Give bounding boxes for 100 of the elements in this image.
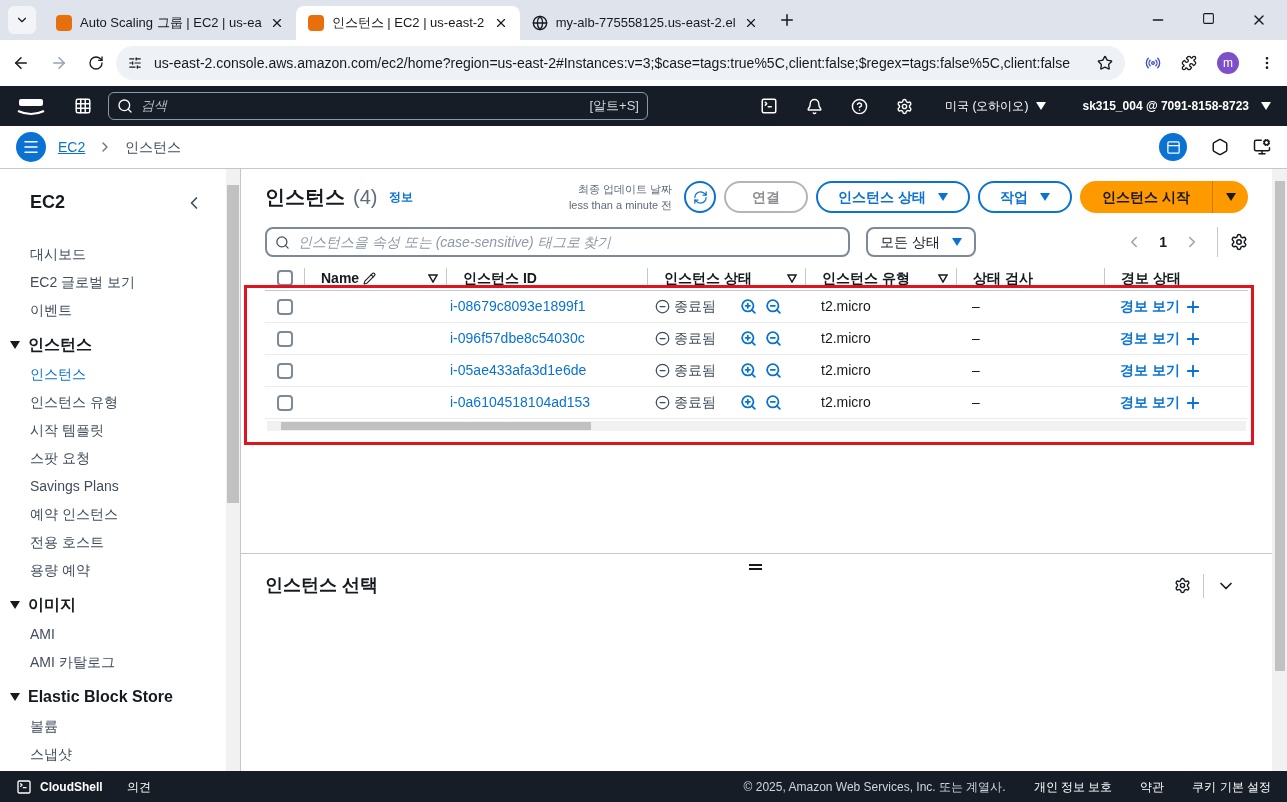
sidebar-section[interactable]: 인스턴스	[10, 330, 92, 360]
checkbox[interactable]	[277, 394, 293, 411]
checkbox[interactable]	[277, 362, 293, 379]
breadcrumb-link[interactable]: EC2	[58, 136, 86, 158]
maximize-icon[interactable]	[1202, 12, 1215, 25]
cloudshell-link[interactable]: CloudShell	[40, 777, 103, 796]
sidebar-item[interactable]: 인스턴스	[30, 360, 226, 388]
zoom-in-icon[interactable]	[740, 394, 757, 411]
resize-handle-icon[interactable]	[749, 564, 762, 570]
zoom-in-icon[interactable]	[740, 362, 757, 379]
status-check: –	[971, 329, 980, 348]
column-header[interactable]: 인스턴스 상태	[664, 267, 752, 289]
sidebar-item[interactable]: 예약 인스턴스	[30, 500, 226, 528]
sidebar-item[interactable]: 이벤트	[30, 296, 226, 324]
extension-icon[interactable]	[1145, 55, 1161, 71]
settings-icon[interactable]	[896, 97, 914, 115]
forward-icon[interactable]	[50, 54, 68, 72]
bell-icon[interactable]	[806, 97, 824, 115]
sidebar-item[interactable]: 스팟 요청	[30, 444, 226, 472]
terminal-icon[interactable]	[760, 97, 779, 115]
zoom-out-icon[interactable]	[765, 298, 782, 315]
search-field[interactable]: 검색 [알트+S]	[108, 92, 648, 120]
state-filter-dropdown[interactable]: 모든 상태	[866, 227, 976, 257]
launch-instance-button[interactable]: 인스턴스 시작	[1080, 181, 1212, 213]
scrollbar-thumb[interactable]	[227, 185, 239, 503]
dropdown-button[interactable]: 작업	[978, 181, 1073, 213]
page-title: 인스턴스	[265, 185, 345, 210]
sort-icon[interactable]	[938, 273, 948, 283]
view-alarms-link[interactable]: 경보 보기	[1104, 360, 1180, 381]
account-dropdown[interactable]: sk315_004 @ 7091-8158-8723	[1082, 97, 1271, 115]
services-grid-icon[interactable]	[74, 97, 92, 115]
checkbox[interactable]	[277, 298, 293, 315]
column-header[interactable]: 인스턴스 ID	[463, 267, 537, 289]
instance-id-link[interactable]: i-0a6104518104ad153	[446, 392, 591, 413]
sidebar-item[interactable]: AMI 카탈로그	[30, 648, 226, 676]
view-alarms-link[interactable]: 경보 보기	[1104, 328, 1180, 349]
sidebar-section[interactable]: Elastic Block Store	[10, 682, 173, 712]
sidebar-item[interactable]: EC2 글로벌 보기	[30, 268, 226, 296]
aws-logo[interactable]	[16, 96, 46, 116]
sidebar-item[interactable]: 용량 예약	[30, 556, 226, 584]
checkbox[interactable]	[277, 270, 293, 286]
column-header[interactable]: Name	[321, 267, 360, 289]
sidebar-item[interactable]: 전용 호스트	[30, 528, 226, 556]
view-alarms-link[interactable]: 경보 보기	[1104, 392, 1180, 413]
footer-link[interactable]: 개인 정보 보호	[1033, 777, 1113, 796]
profile-avatar[interactable]: m	[1217, 52, 1239, 74]
instance-id-link[interactable]: i-08679c8093e1899f1	[446, 296, 586, 317]
footer-link[interactable]: 약관	[1140, 777, 1165, 796]
zoom-in-icon[interactable]	[740, 298, 757, 315]
hexagon-icon[interactable]	[1211, 138, 1229, 156]
instance-id-link[interactable]: i-05ae433afa3d1e6de	[446, 360, 587, 381]
column-header[interactable]: 경보 상태	[1121, 267, 1181, 289]
column-header[interactable]: 상태 검사	[973, 267, 1033, 289]
sort-icon[interactable]	[787, 273, 797, 283]
sort-icon[interactable]	[428, 273, 438, 283]
browser-tab[interactable]: 인스턴스 | EC2 | us-east-2	[295, 6, 520, 40]
reload-icon[interactable]	[88, 55, 104, 71]
checkbox[interactable]	[277, 330, 293, 347]
detail-title: 인스턴스 선택	[265, 574, 378, 597]
refresh-button[interactable]	[684, 181, 717, 213]
extensions-icon[interactable]	[1181, 55, 1197, 71]
sidebar-item[interactable]: 인스턴스 유형	[30, 388, 226, 416]
sidebar-item[interactable]: 시작 템플릿	[30, 416, 226, 444]
instance-id-link[interactable]: i-096f57dbe8c54030c	[446, 328, 585, 349]
bookmark-icon[interactable]	[1097, 55, 1113, 71]
sidebar-item[interactable]: Savings Plans	[30, 472, 226, 500]
info-link[interactable]: 정보	[389, 188, 414, 206]
caret-icon	[1040, 193, 1051, 201]
address-bar[interactable]: us-east-2.console.aws.amazon.com/ec2/home?region=us-east-2#Instances:v=3;$case=tags:true%5C,client:false;$regex=tags:false%5C,client:false	[116, 46, 1125, 80]
settings-icon[interactable]	[1230, 233, 1248, 251]
sidebar-title: EC2	[30, 191, 65, 214]
view-alarms-link[interactable]: 경보 보기	[1104, 296, 1180, 317]
zoom-out-icon[interactable]	[765, 394, 782, 411]
horizontal-scrollbar[interactable]	[267, 421, 1246, 431]
sidebar-section[interactable]: 이미지	[10, 590, 76, 620]
launch-options-button[interactable]	[1212, 181, 1248, 213]
scrollbar-thumb[interactable]	[1274, 181, 1285, 671]
zoom-in-icon[interactable]	[740, 330, 757, 347]
panel-toggle-button[interactable]	[1159, 133, 1187, 161]
dropdown-button[interactable]: 인스턴스 상태	[816, 181, 971, 213]
back-icon[interactable]	[12, 54, 30, 72]
footer-link[interactable]: 쿠키 기본 설정	[1192, 777, 1271, 796]
sidebar-item[interactable]: AMI	[30, 620, 226, 648]
monitor-icon[interactable]	[1253, 138, 1271, 156]
feedback-link[interactable]: 의견	[126, 777, 151, 796]
sidebar-item[interactable]: 볼륨	[30, 712, 226, 740]
zoom-out-icon[interactable]	[765, 330, 782, 347]
page-number[interactable]: 1	[1159, 231, 1167, 253]
column-header[interactable]: 인스턴스 유형	[822, 267, 910, 289]
site-info-icon[interactable]	[128, 56, 142, 70]
terminal-icon[interactable]	[16, 778, 32, 795]
help-icon[interactable]	[851, 97, 869, 115]
menu-button[interactable]	[16, 132, 46, 162]
sidebar-item[interactable]: 스냅샷	[30, 740, 226, 768]
browser-tab[interactable]: my-alb-775558125.us-east-2.el	[519, 6, 770, 40]
region-dropdown[interactable]: 미국 (오하이오)	[945, 97, 1047, 115]
sidebar-item[interactable]: 대시보드	[30, 240, 226, 268]
settings-icon[interactable]	[1174, 577, 1191, 594]
browser-tab[interactable]: Auto Scaling 그룹 | EC2 | us-ea	[44, 6, 296, 40]
zoom-out-icon[interactable]	[765, 362, 782, 379]
